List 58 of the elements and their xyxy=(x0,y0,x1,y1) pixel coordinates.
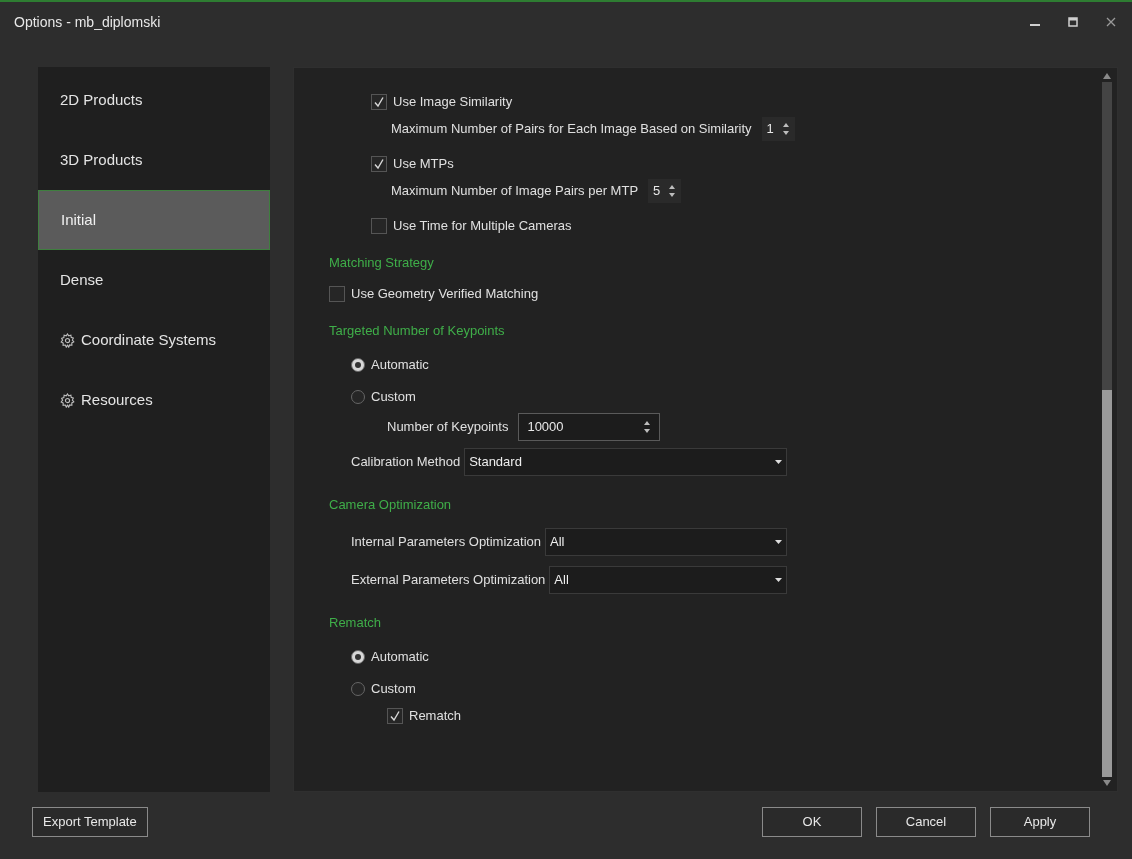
caret-icon xyxy=(775,540,782,544)
sidebar-item[interactable]: Initial xyxy=(38,190,270,250)
window-title: Options - mb_diplomski xyxy=(14,12,161,32)
sidebar-item[interactable]: Resources xyxy=(38,370,270,430)
field-label: Calibration Method xyxy=(351,453,461,472)
caret-icon xyxy=(775,578,782,582)
checkbox[interactable] xyxy=(371,218,387,234)
sidebar-item[interactable]: 3D Products xyxy=(38,130,270,190)
field-label: Internal Parameters Optimization xyxy=(351,533,542,552)
radio-label: Automatic xyxy=(371,356,429,375)
spin-arrows-icon[interactable] xyxy=(643,420,652,434)
dialog-button[interactable]: Cancel xyxy=(876,807,976,837)
radio-button[interactable] xyxy=(351,390,365,404)
dialog-button[interactable]: Export Template xyxy=(32,807,148,837)
field-label: Number of Keypoints xyxy=(387,418,509,437)
radio-label: Custom xyxy=(371,388,416,407)
spin-field[interactable]: 1 xyxy=(761,117,795,141)
section-heading: Camera Optimization xyxy=(329,496,453,515)
checkbox[interactable] xyxy=(371,94,387,110)
checkbox[interactable] xyxy=(387,708,403,724)
number-field[interactable]: 10000 xyxy=(518,413,661,441)
close-icon[interactable] xyxy=(1106,17,1116,27)
checkbox[interactable] xyxy=(329,286,345,302)
sidebar-item[interactable]: Dense xyxy=(38,250,270,310)
checkbox-label: Use Geometry Verified Matching xyxy=(351,285,539,304)
dialog-button[interactable]: OK xyxy=(762,807,862,837)
gear-icon xyxy=(60,332,75,348)
spin-arrows-icon[interactable] xyxy=(668,184,677,198)
field-label: Maximum Number of Image Pairs per MTP xyxy=(391,182,639,201)
caret-icon xyxy=(775,460,782,464)
radio-label: Automatic xyxy=(371,648,429,667)
spin-arrows-icon[interactable] xyxy=(781,122,790,136)
spin-field[interactable]: 5 xyxy=(648,179,682,203)
sidebar-item[interactable]: Coordinate Systems xyxy=(38,310,270,370)
section-heading: Matching Strategy xyxy=(329,254,435,273)
radio-label: Custom xyxy=(371,680,416,699)
scroll-down-icon[interactable] xyxy=(1102,779,1112,787)
checkbox-label: Use MTPs xyxy=(393,155,454,174)
section-heading: Targeted Number of Keypoints xyxy=(329,322,506,341)
dropdown[interactable]: Standard xyxy=(464,448,787,476)
section-heading: Rematch xyxy=(329,614,383,633)
dropdown[interactable]: All xyxy=(545,528,787,556)
checkbox-label: Use Image Similarity xyxy=(393,93,513,112)
maximize-icon[interactable] xyxy=(1068,17,1078,27)
checkbox[interactable] xyxy=(371,156,387,172)
field-label: External Parameters Optimization xyxy=(351,571,546,590)
sidebar-item[interactable]: 2D Products xyxy=(38,70,270,130)
dialog-button[interactable]: Apply xyxy=(990,807,1090,837)
radio-button[interactable] xyxy=(351,358,365,372)
checkbox-label: Use Time for Multiple Cameras xyxy=(393,217,572,236)
scrollbar-thumb[interactable] xyxy=(1102,390,1112,777)
radio-button[interactable] xyxy=(351,682,365,696)
radio-button[interactable] xyxy=(351,650,365,664)
checkbox-label: Rematch xyxy=(409,707,462,726)
dropdown[interactable]: All xyxy=(549,566,787,594)
scroll-up-icon[interactable] xyxy=(1102,72,1112,80)
field-label: Maximum Number of Pairs for Each Image Based on Similarity xyxy=(391,120,752,139)
gear-icon xyxy=(60,392,75,408)
